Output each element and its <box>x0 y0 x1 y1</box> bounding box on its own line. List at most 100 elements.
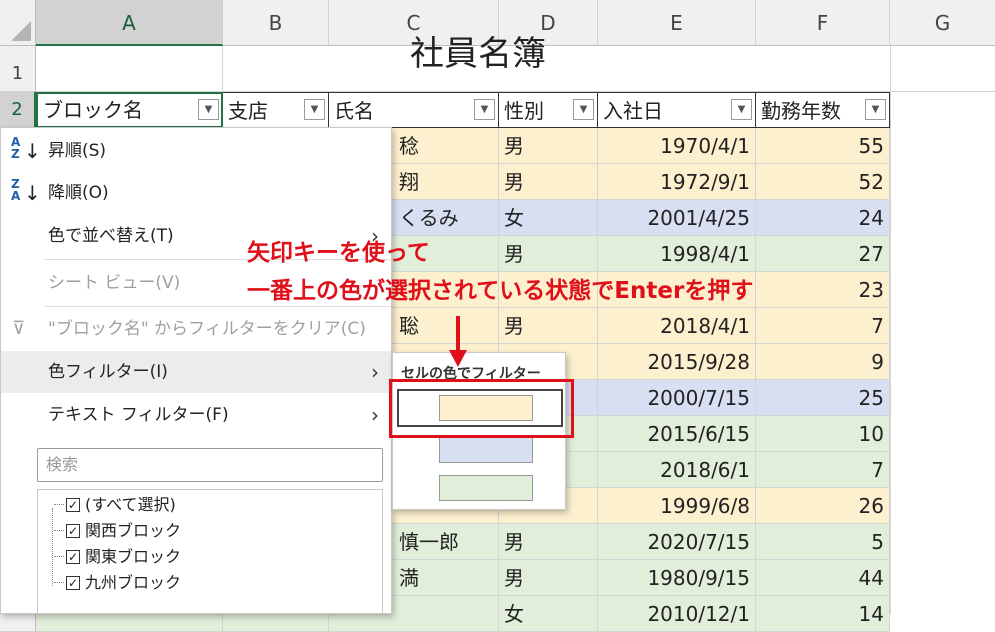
cell-color-swatch <box>439 437 533 463</box>
tree-line <box>52 508 53 586</box>
table-cell-date[interactable]: 1999/6/8 <box>598 488 756 524</box>
clear-filter-label: "ブロック名" からフィルターをクリア(C) <box>48 319 366 339</box>
table-cell-gender[interactable]: 男 <box>499 128 598 164</box>
table-cell-date[interactable]: 1970/4/1 <box>598 128 756 164</box>
table-cell-date[interactable]: 1980/9/15 <box>598 560 756 596</box>
filter-list-label: 九州ブロック <box>85 573 182 592</box>
sort-ascending-label: 昇順(S) <box>48 141 107 161</box>
filter-dropdown-block[interactable]: ▼ <box>198 99 219 120</box>
table-cell-years[interactable]: 14 <box>756 596 890 632</box>
table-cell-years[interactable]: 25 <box>756 380 890 416</box>
table-cell-gender[interactable]: 男 <box>499 164 598 200</box>
checkbox-checked-icon[interactable]: ✓ <box>66 576 80 590</box>
table-cell-date[interactable]: 2020/7/15 <box>598 524 756 560</box>
search-input[interactable]: 検索 <box>37 448 383 482</box>
filter-list-label: 関西ブロック <box>85 521 182 540</box>
menu-item-text-filter[interactable]: テキスト フィルター(F) › <box>1 394 391 436</box>
filter-clear-icon: ⊽ <box>12 318 26 339</box>
menu-item-sort-ascending[interactable]: AZ ↓ 昇順(S) <box>1 130 391 172</box>
chevron-right-icon: › <box>371 360 379 384</box>
table-cell-years[interactable]: 27 <box>756 236 890 272</box>
table-cell-years[interactable]: 7 <box>756 308 890 344</box>
page-title: 社員名簿 <box>410 34 546 74</box>
table-cell-date[interactable]: 2010/12/1 <box>598 596 756 632</box>
swatch-row[interactable] <box>397 471 563 505</box>
column-header-b[interactable]: B <box>223 0 329 46</box>
column-header-f[interactable]: F <box>756 0 890 46</box>
table-cell-gender[interactable]: 男 <box>499 524 598 560</box>
table-cell-years[interactable]: 26 <box>756 488 890 524</box>
sheet-view-label: シート ビュー(V) <box>48 273 181 293</box>
tree-branch <box>54 556 64 557</box>
table-cell-date[interactable]: 2015/9/28 <box>598 344 756 380</box>
filter-dropdown-gender[interactable]: ▼ <box>573 99 594 120</box>
filter-dropdown-years[interactable]: ▼ <box>865 99 886 120</box>
sort-descending-label: 降順(O) <box>48 183 109 203</box>
swatch-row[interactable] <box>397 433 563 467</box>
row-header-2[interactable]: 2 <box>0 92 36 128</box>
header-gender-label: 性別 <box>504 99 544 123</box>
annotation-arrow-icon <box>449 316 467 367</box>
select-all-corner[interactable] <box>0 0 36 46</box>
filter-dropdown-branch[interactable]: ▼ <box>304 99 325 120</box>
header-branch-label: 支店 <box>228 99 268 123</box>
table-cell-years[interactable]: 10 <box>756 416 890 452</box>
table-cell-date[interactable]: 2018/4/1 <box>598 308 756 344</box>
table-cell-date[interactable]: 2000/7/15 <box>598 380 756 416</box>
menu-item-color-filter[interactable]: 色フィルター(I) › <box>1 351 391 393</box>
table-cell-years[interactable]: 9 <box>756 344 890 380</box>
sort-descending-icon: ZA <box>11 177 21 203</box>
sort-arrow-down-icon: ↓ <box>24 139 41 163</box>
sort-arrow-down-icon: ↓ <box>24 181 41 205</box>
table-cell-date[interactable]: 2015/6/15 <box>598 416 756 452</box>
table-cell-years[interactable]: 5 <box>756 524 890 560</box>
column-header-g[interactable]: G <box>890 0 995 46</box>
table-cell-date[interactable]: 2001/4/25 <box>598 200 756 236</box>
tree-branch <box>54 530 64 531</box>
table-cell-gender[interactable]: 女 <box>499 596 598 632</box>
tree-branch <box>54 504 64 505</box>
header-name-label: 氏名 <box>334 99 374 123</box>
column-header-e[interactable]: E <box>598 0 756 46</box>
table-cell-gender[interactable]: 男 <box>499 308 598 344</box>
text-filter-label: テキスト フィルター(F) <box>48 405 229 425</box>
checkbox-checked-icon[interactable]: ✓ <box>66 498 80 512</box>
header-block-label: ブロック名 <box>43 98 143 122</box>
table-cell-years[interactable]: 55 <box>756 128 890 164</box>
checkbox-checked-icon[interactable]: ✓ <box>66 550 80 564</box>
cell-a1[interactable] <box>36 46 223 92</box>
table-cell-gender[interactable]: 男 <box>499 560 598 596</box>
filter-value-list: ✓ (すべて選択) ✓ 関西ブロック ✓ 関東ブロック ✓ 九州ブロック <box>37 489 383 614</box>
table-cell-gender[interactable]: 男 <box>499 236 598 272</box>
filter-dropdown-date[interactable]: ▼ <box>731 99 752 120</box>
annotation-highlight-box <box>389 379 574 438</box>
table-cell-years[interactable]: 24 <box>756 200 890 236</box>
sort-by-color-label: 色で並べ替え(T) <box>48 226 174 246</box>
table-cell-date[interactable]: 2018/6/1 <box>598 452 756 488</box>
table-cell-years[interactable]: 23 <box>756 272 890 308</box>
column-header-a[interactable]: A <box>36 0 223 46</box>
color-filter-label: 色フィルター(I) <box>48 362 168 382</box>
annotation-line-1: 矢印キーを使って <box>247 240 430 266</box>
cell-color-swatch <box>439 475 533 501</box>
menu-item-sort-descending[interactable]: ZA ↓ 降順(O) <box>1 172 391 214</box>
row-header-1[interactable]: 1 <box>0 46 36 92</box>
menu-separator <box>45 306 391 307</box>
table-cell-gender[interactable]: 女 <box>499 200 598 236</box>
checkbox-checked-icon[interactable]: ✓ <box>66 524 80 538</box>
header-cell-block[interactable]: ブロック名 <box>36 92 223 128</box>
table-cell-date[interactable]: 1998/4/1 <box>598 236 756 272</box>
table-cell-years[interactable]: 7 <box>756 452 890 488</box>
filter-dropdown-name[interactable]: ▼ <box>474 99 495 120</box>
header-years-label: 勤務年数 <box>761 99 841 123</box>
filter-list-label: (すべて選択) <box>85 495 176 514</box>
tree-branch <box>54 582 64 583</box>
row-1-spacer <box>890 46 891 614</box>
table-cell-date[interactable]: 1972/9/1 <box>598 164 756 200</box>
chevron-right-icon: › <box>371 403 379 427</box>
table-cell-years[interactable]: 52 <box>756 164 890 200</box>
menu-item-clear-filter: ⊽ "ブロック名" からフィルターをクリア(C) <box>1 308 391 350</box>
header-date-label: 入社日 <box>603 99 663 123</box>
table-cell-years[interactable]: 44 <box>756 560 890 596</box>
annotation-line-2: 一番上の色が選択されている状態でEnterを押す <box>247 278 754 304</box>
